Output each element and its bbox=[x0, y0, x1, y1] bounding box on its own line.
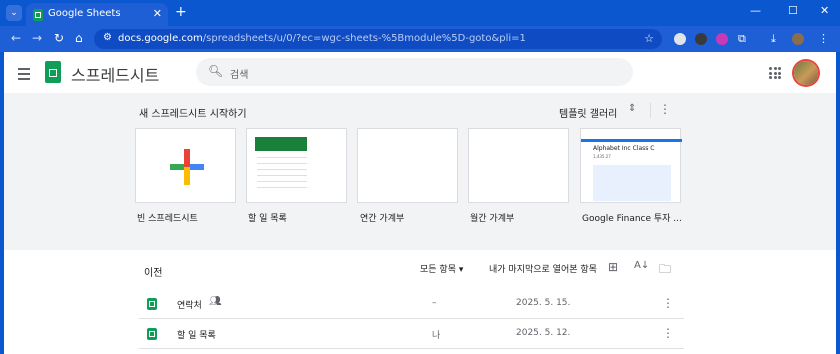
file-date: 2025. 5. 15. bbox=[516, 298, 571, 308]
file-name: 연락처 bbox=[177, 301, 202, 311]
search-input[interactable]: 🔍︎ 검색 bbox=[196, 58, 633, 86]
tab-title: Google Sheets bbox=[48, 8, 121, 19]
minimize-button[interactable]: — bbox=[750, 4, 761, 17]
search-icon[interactable]: 🔍︎ bbox=[208, 64, 223, 78]
template-annual-budget[interactable] bbox=[357, 128, 458, 203]
extension-icon[interactable] bbox=[674, 33, 686, 45]
tab-close-icon[interactable]: ✕ bbox=[153, 7, 162, 20]
template-monthly-budget[interactable] bbox=[468, 128, 569, 203]
sort-dropdown[interactable]: 내가 마지막으로 열어본 항목 bbox=[489, 262, 597, 275]
finance-preview-chart bbox=[593, 165, 671, 201]
main-menu-icon[interactable] bbox=[18, 68, 30, 83]
tab-strip: ⌄ Google Sheets ✕ + — ☐ ✕ bbox=[0, 0, 840, 26]
finance-preview-title: Alphabet Inc Class C bbox=[593, 145, 655, 152]
sheets-favicon-icon bbox=[33, 9, 43, 21]
thumbnail-line bbox=[257, 157, 307, 158]
grid-view-icon[interactable]: ⊞ bbox=[608, 260, 618, 274]
template-blank[interactable] bbox=[135, 128, 236, 203]
thumbnail-line bbox=[257, 169, 307, 170]
browser-window: ⌄ Google Sheets ✕ + — ☐ ✕ ← → ↻ ⌂ ⚙ docs… bbox=[0, 0, 840, 354]
reload-icon[interactable]: ↻ bbox=[54, 31, 64, 45]
template-label[interactable]: 빈 스프레드시트 bbox=[137, 211, 198, 224]
download-icon[interactable]: ⤓ bbox=[771, 32, 776, 46]
sheets-file-icon bbox=[147, 298, 157, 310]
browser-toolbar: ← → ↻ ⌂ ⚙ docs.google.com/spreadsheets/u… bbox=[0, 26, 840, 52]
home-icon[interactable]: ⌂ bbox=[75, 31, 83, 45]
plus-icon-vertical bbox=[184, 149, 190, 185]
sheets-home: 스프레드시트 🔍︎ 검색 새 스프레드시트 시작하기 템플릿 갤러리 ⇕ ⋮ A… bbox=[4, 52, 836, 354]
template-label[interactable]: 월간 가계부 bbox=[470, 211, 514, 224]
profile-avatar[interactable] bbox=[792, 33, 804, 45]
extension-icon[interactable] bbox=[695, 33, 707, 45]
folder-icon[interactable]: 🗀 bbox=[659, 260, 671, 281]
app-title[interactable]: 스프레드시트 bbox=[71, 62, 159, 86]
file-owner: – bbox=[432, 298, 437, 308]
maximize-button[interactable]: ☐ bbox=[788, 4, 798, 17]
template-label[interactable]: 할 일 목록 bbox=[248, 211, 287, 224]
address-bar[interactable]: ⚙ docs.google.com/spreadsheets/u/0/?ec=w… bbox=[94, 29, 662, 49]
template-todo[interactable] bbox=[246, 128, 347, 203]
template-google-finance[interactable]: Alphabet Inc Class C 1,435.27 bbox=[580, 128, 682, 203]
thumbnail-line bbox=[257, 181, 307, 182]
file-more-icon[interactable]: ⋮ bbox=[662, 296, 674, 310]
owner-filter-dropdown[interactable]: 모든 항목 ▾ bbox=[420, 262, 463, 275]
extension-icon[interactable] bbox=[716, 33, 728, 45]
template-thumbnail bbox=[255, 137, 307, 151]
url-text: docs.google.com/spreadsheets/u/0/?ec=wgc… bbox=[118, 33, 526, 44]
file-more-icon[interactable]: ⋮ bbox=[662, 326, 674, 340]
thumbnail-line bbox=[257, 163, 307, 164]
template-section: 새 스프레드시트 시작하기 템플릿 갤러리 ⇕ ⋮ Alphabet Inc C… bbox=[4, 93, 836, 250]
thumbnail-line bbox=[257, 175, 307, 176]
shared-people-icon: 👥︎ bbox=[209, 296, 222, 307]
search-placeholder: 검색 bbox=[230, 70, 249, 81]
template-label[interactable]: Google Finance 투자 ... bbox=[582, 211, 682, 224]
file-date: 2025. 5. 12. bbox=[516, 328, 571, 338]
forward-icon[interactable]: → bbox=[32, 31, 42, 45]
account-avatar[interactable] bbox=[794, 61, 818, 85]
sort-az-icon[interactable]: A↓ bbox=[634, 260, 649, 271]
google-apps-icon[interactable] bbox=[769, 67, 781, 79]
extensions-puzzle-icon[interactable]: ⧉ bbox=[738, 32, 746, 46]
sheets-logo-icon[interactable] bbox=[45, 61, 61, 83]
file-row[interactable]: 할 일 목록 나 2025. 5. 12. ⋮ bbox=[139, 320, 684, 349]
template-label[interactable]: 연간 가계부 bbox=[360, 211, 404, 224]
new-tab-button[interactable]: + bbox=[175, 4, 187, 20]
template-gallery-button[interactable]: 템플릿 갤러리 bbox=[559, 105, 617, 120]
more-options-icon[interactable]: ⋮ bbox=[659, 102, 671, 116]
file-name: 할 일 목록 bbox=[177, 331, 216, 341]
recent-files: 이전 모든 항목 ▾ 내가 마지막으로 열어본 항목 ⊞ A↓ 🗀 연락처 👥︎… bbox=[4, 250, 836, 354]
tab-google-sheets[interactable]: Google Sheets ✕ bbox=[26, 3, 168, 26]
thumbnail-header bbox=[581, 139, 682, 142]
close-window-button[interactable]: ✕ bbox=[820, 4, 829, 17]
file-owner: 나 bbox=[432, 331, 441, 341]
thumbnail-line bbox=[257, 187, 307, 188]
tab-search-button[interactable]: ⌄ bbox=[6, 5, 22, 21]
start-heading: 새 스프레드시트 시작하기 bbox=[139, 109, 247, 120]
bookmark-star-icon[interactable]: ☆ bbox=[644, 32, 654, 45]
recent-heading: 이전 bbox=[144, 268, 163, 279]
sheets-file-icon bbox=[147, 328, 157, 340]
finance-preview-number: 1,435.27 bbox=[593, 154, 611, 159]
browser-menu-icon[interactable]: ⋮ bbox=[818, 32, 829, 45]
expand-collapse-icon[interactable]: ⇕ bbox=[628, 103, 636, 114]
back-icon[interactable]: ← bbox=[11, 31, 21, 45]
file-row[interactable]: 연락처 👥︎ – 2025. 5. 15. ⋮ bbox=[139, 290, 684, 319]
site-info-icon[interactable]: ⚙ bbox=[103, 32, 112, 43]
divider bbox=[650, 103, 651, 118]
